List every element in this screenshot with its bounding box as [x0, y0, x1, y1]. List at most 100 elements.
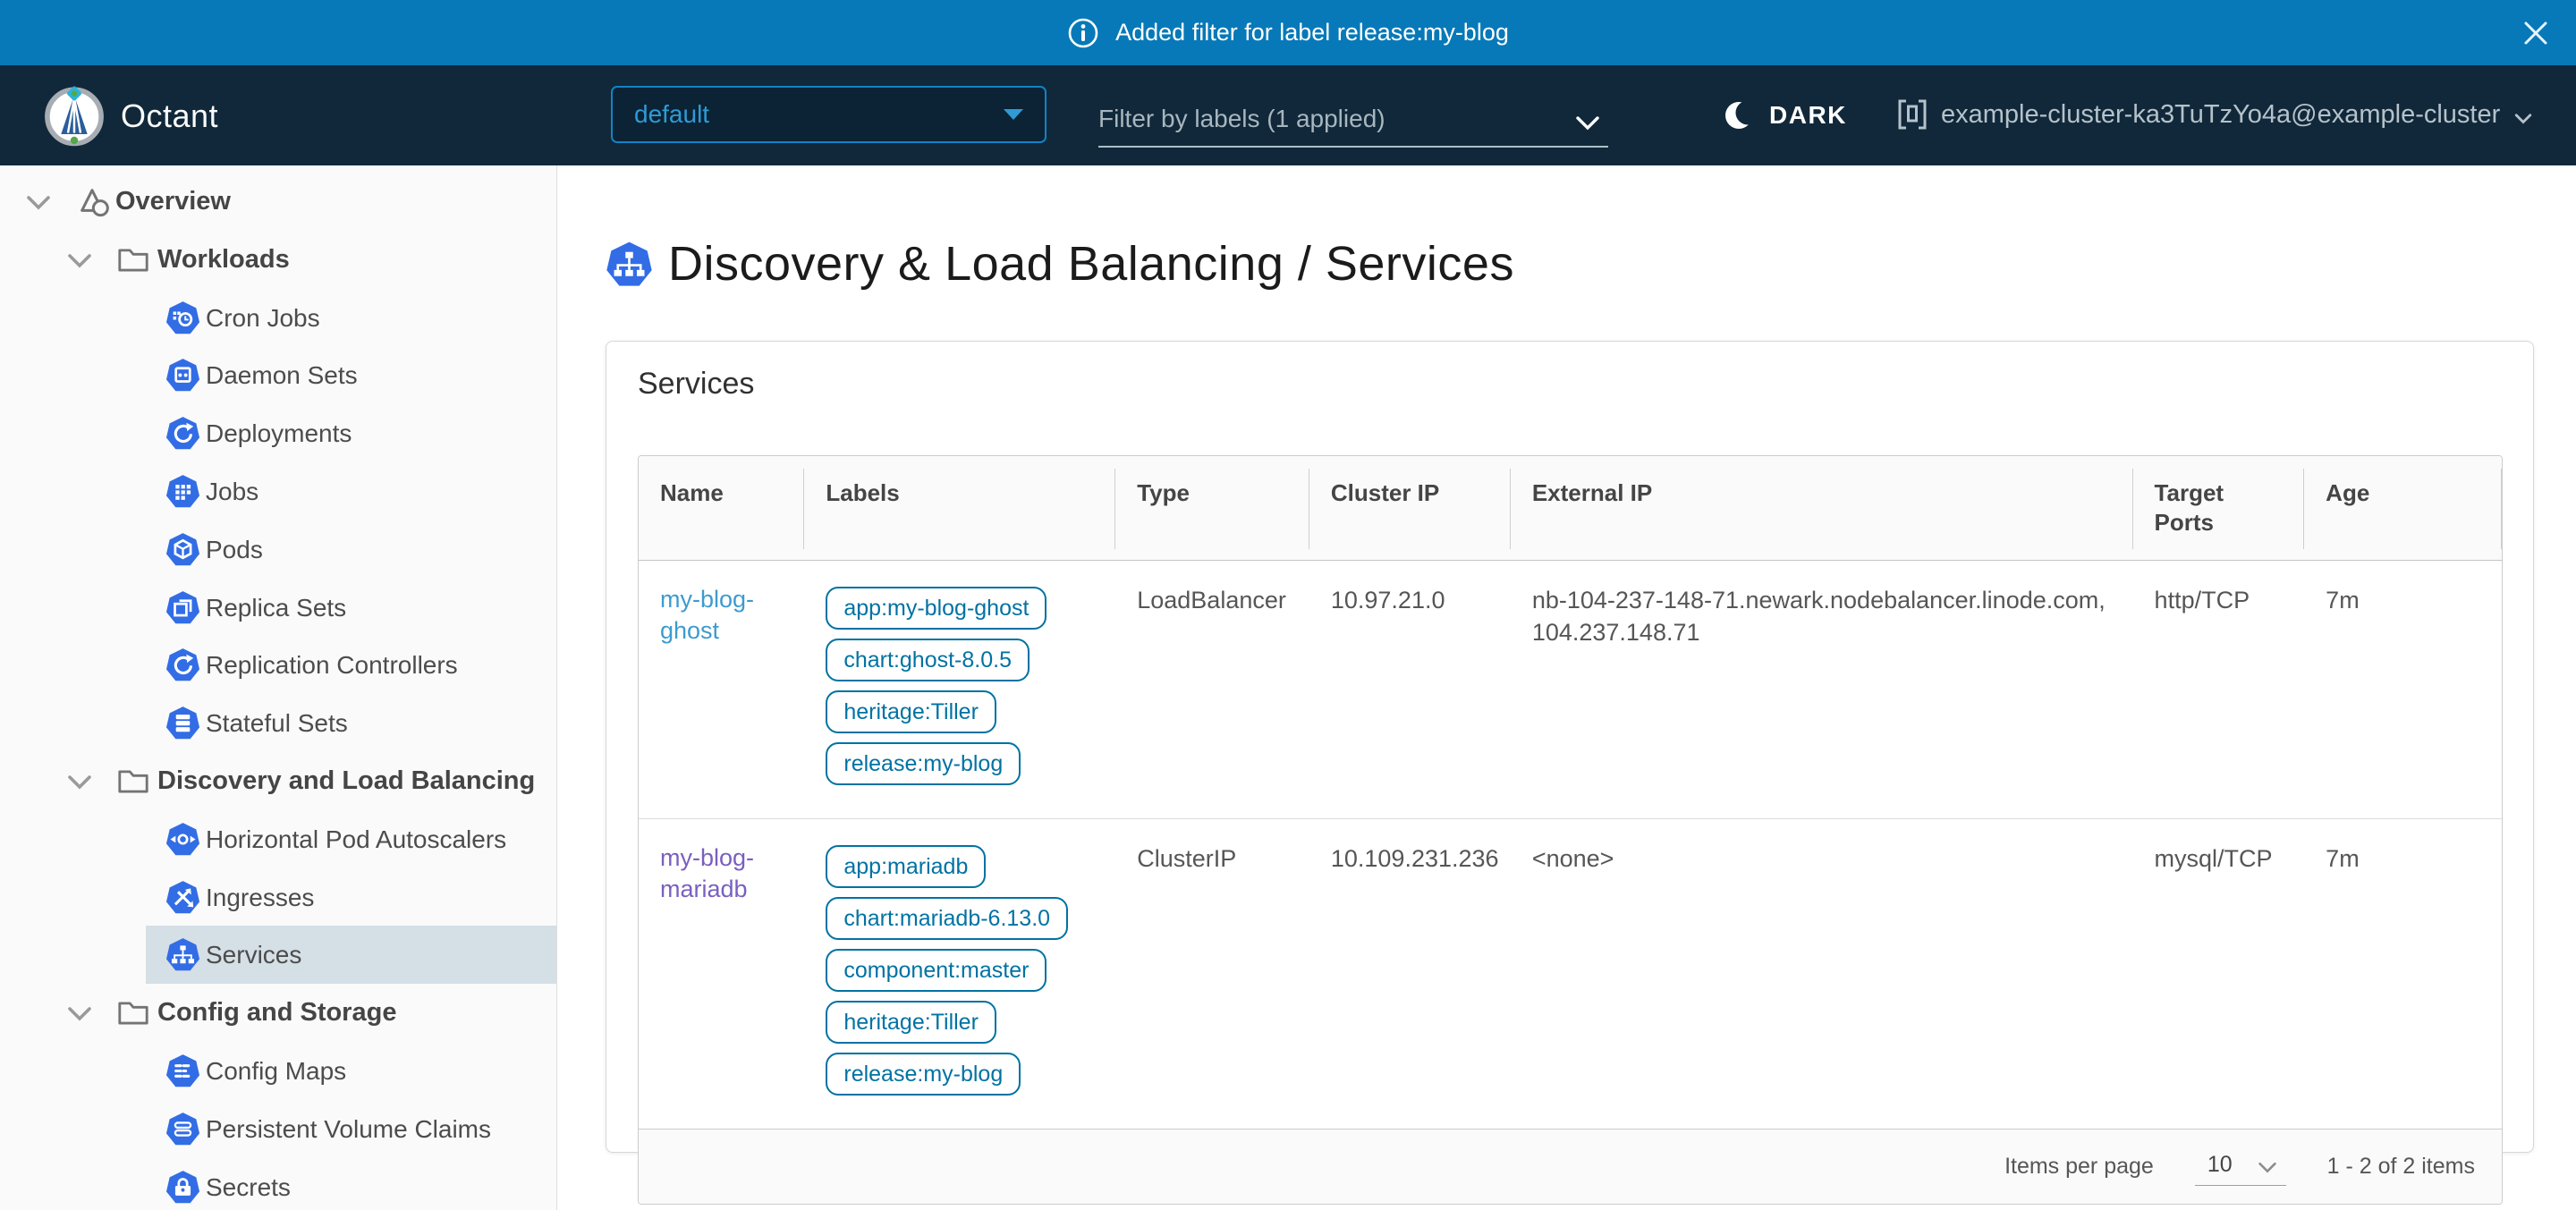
cluster-ip-cell: 10.97.21.0: [1309, 561, 1511, 819]
age-cell: 7m: [2304, 819, 2502, 1130]
sidebar-group-discovery-load-balancing[interactable]: Discovery and Load Balancing: [0, 752, 556, 810]
label-pill[interactable]: heritage:Tiller: [826, 690, 996, 733]
sidebar-group-label: Discovery and Load Balancing: [157, 766, 535, 796]
items-per-page-value: 10: [2207, 1152, 2233, 1178]
type-cell: LoadBalancer: [1115, 561, 1309, 819]
sidebar-item-overview[interactable]: Overview: [0, 173, 556, 231]
chevron-down-icon[interactable]: [64, 998, 95, 1028]
folder-icon: [116, 243, 150, 275]
column-header-name: Name: [639, 456, 804, 561]
chevron-down-icon: [2512, 104, 2534, 125]
sidebar-group-label: Workloads: [157, 245, 290, 275]
sidebar-item-replica-sets[interactable]: Replica Sets: [0, 579, 556, 637]
namespace-select[interactable]: default: [611, 86, 1046, 143]
dark-theme-toggle[interactable]: DARK: [1723, 97, 1847, 133]
column-header-external-ip: External IP: [1511, 456, 2133, 561]
items-per-page-select[interactable]: 10: [2195, 1148, 2286, 1186]
sidebar-group-config-and-storage[interactable]: Config and Storage: [0, 984, 556, 1042]
main-content: Discovery & Load Balancing / Services Se…: [558, 165, 2576, 1210]
sidebar-item-ingresses[interactable]: Ingresses: [0, 868, 556, 927]
table-row: my-blog-ghost app:my-blog-ghost chart:gh…: [639, 561, 2502, 819]
ingresses-icon: [165, 880, 200, 915]
sidebar-item-label: Stateful Sets: [206, 709, 348, 738]
chevron-down-icon[interactable]: [64, 245, 95, 275]
cluster-context-dropdown[interactable]: example-cluster-ka3TuTzYo4a@example-clus…: [1896, 96, 2534, 133]
services-icon: [606, 241, 653, 288]
table-row: my-blog-mariadb app:mariadb chart:mariad…: [639, 819, 2502, 1130]
service-name-link[interactable]: my-blog-ghost: [660, 584, 786, 647]
label-pill[interactable]: app:my-blog-ghost: [826, 587, 1046, 630]
overview-icon: [76, 184, 112, 220]
target-ports-cell: mysql/TCP: [2133, 819, 2305, 1130]
sidebar-item-services[interactable]: Services: [0, 926, 556, 984]
sidebar-group-workloads[interactable]: Workloads: [0, 231, 556, 289]
sidebar-item-label: Persistent Volume Claims: [206, 1115, 491, 1144]
chevron-down-icon[interactable]: [64, 766, 95, 797]
sidebar-item-label: Replication Controllers: [206, 651, 458, 680]
persistent-volume-claims-icon: [165, 1112, 200, 1147]
sidebar-group-label: Config and Storage: [157, 998, 396, 1028]
info-icon: [1067, 17, 1099, 49]
label-filter-dropdown[interactable]: Filter by labels (1 applied): [1098, 92, 1608, 148]
cluster-icon: [1896, 96, 1928, 133]
sidebar-item-label: Secrets: [206, 1173, 291, 1202]
jobs-icon: [165, 474, 200, 509]
sidebar-item-label: Horizontal Pod Autoscalers: [206, 825, 506, 854]
sidebar-item-cron-jobs[interactable]: Cron Jobs: [0, 289, 556, 347]
close-icon[interactable]: [2519, 16, 2553, 50]
column-header-target-ports: Target Ports: [2133, 456, 2305, 561]
sidebar-item-label: Overview: [115, 187, 231, 216]
card-title: Services: [638, 367, 2533, 402]
external-ip-cell: nb-104-237-148-71.newark.nodebalancer.li…: [1511, 561, 2133, 819]
sidebar-item-stateful-sets[interactable]: Stateful Sets: [0, 694, 556, 752]
namespace-value: default: [634, 100, 709, 129]
label-pill[interactable]: chart:ghost-8.0.5: [826, 639, 1030, 681]
replication-controllers-icon: [165, 647, 200, 682]
page-title: Discovery & Load Balancing / Services: [668, 236, 1514, 292]
sidebar-item-label: Jobs: [206, 478, 258, 506]
label-pill[interactable]: component:master: [826, 949, 1046, 992]
config-maps-icon: [165, 1053, 200, 1088]
sidebar-item-pods[interactable]: Pods: [0, 520, 556, 579]
sidebar-item-secrets[interactable]: Secrets: [0, 1158, 556, 1210]
sidebar-item-daemon-sets[interactable]: Daemon Sets: [0, 346, 556, 404]
table-header-row: Name Labels Type Cluster IP External IP …: [639, 456, 2502, 561]
external-ip-cell: <none>: [1511, 819, 2133, 1130]
banner-message: Added filter for label release:my-blog: [1115, 19, 1509, 47]
cluster-ip-cell: 10.109.231.236: [1309, 819, 1511, 1130]
sidebar-item-jobs[interactable]: Jobs: [0, 462, 556, 520]
chevron-down-icon: [2256, 1153, 2279, 1176]
services-card: Services Name Labels Type Cluster IP Ext…: [606, 341, 2534, 1153]
column-header-type: Type: [1115, 456, 1309, 561]
sidebar-item-label: Pods: [206, 536, 263, 564]
label-pill[interactable]: chart:mariadb-6.13.0: [826, 897, 1068, 940]
table-pagination: Items per page 10 1 - 2 of 2 items: [639, 1129, 2502, 1204]
services-icon: [165, 937, 200, 972]
notification-banner: Added filter for label release:my-blog: [0, 0, 2576, 65]
theme-toggle-label: DARK: [1769, 101, 1847, 130]
service-name-link[interactable]: my-blog-mariadb: [660, 842, 786, 905]
daemon-sets-icon: [165, 358, 200, 393]
secrets-icon: [165, 1170, 200, 1205]
label-filter-text: Filter by labels (1 applied): [1098, 105, 1385, 133]
sidebar-item-replication-controllers[interactable]: Replication Controllers: [0, 636, 556, 694]
column-header-cluster-ip: Cluster IP: [1309, 456, 1511, 561]
sidebar-item-label: Ingresses: [206, 884, 314, 912]
label-pill[interactable]: app:mariadb: [826, 845, 986, 888]
sidebar-item-deployments[interactable]: Deployments: [0, 404, 556, 462]
label-pill[interactable]: heritage:Tiller: [826, 1001, 996, 1044]
sidebar-item-label: Services: [206, 941, 301, 969]
page-header: Discovery & Load Balancing / Services: [606, 236, 1514, 292]
sidebar-item-label: Daemon Sets: [206, 361, 358, 390]
label-pill[interactable]: release:my-blog: [826, 1053, 1021, 1096]
sidebar-item-config-maps[interactable]: Config Maps: [0, 1042, 556, 1100]
type-cell: ClusterIP: [1115, 819, 1309, 1130]
chevron-down-icon[interactable]: [23, 187, 54, 217]
label-pill[interactable]: release:my-blog: [826, 742, 1021, 785]
sidebar-item-persistent-volume-claims[interactable]: Persistent Volume Claims: [0, 1100, 556, 1158]
age-cell: 7m: [2304, 561, 2502, 819]
items-per-page-label: Items per page: [2004, 1154, 2154, 1180]
folder-icon: [116, 996, 150, 1028]
sidebar-item-horizontal-pod-autoscalers[interactable]: Horizontal Pod Autoscalers: [0, 810, 556, 868]
sidebar-item-label: Deployments: [206, 419, 352, 448]
